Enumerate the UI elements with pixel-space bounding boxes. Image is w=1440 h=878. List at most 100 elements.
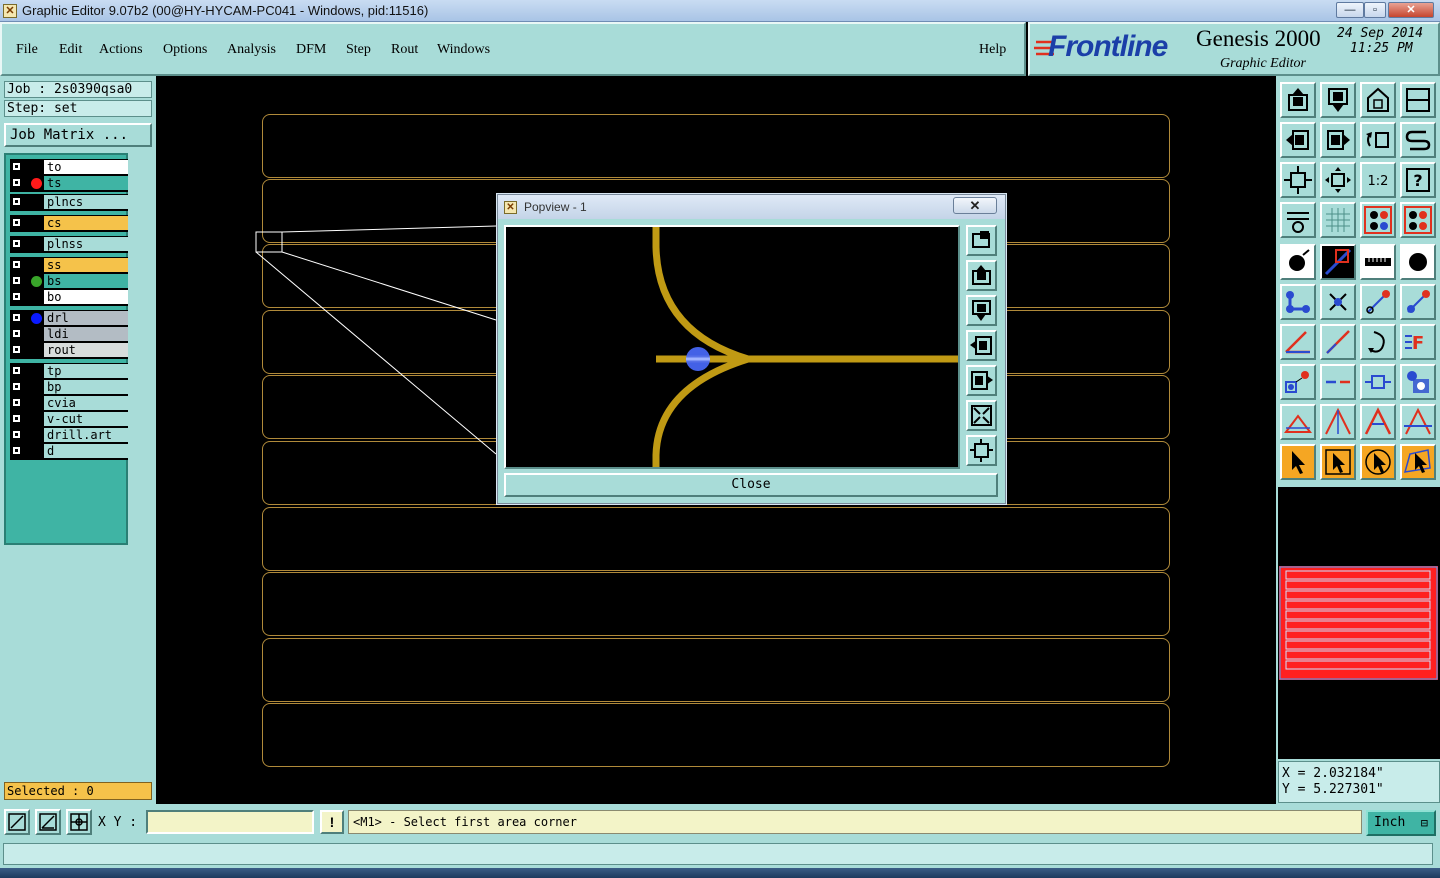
layer-checkbox[interactable] <box>12 345 21 354</box>
layer-row-drl[interactable]: drl <box>10 311 128 326</box>
layer-row-ts[interactable]: ts <box>10 176 128 191</box>
tool-arc-button[interactable] <box>1360 324 1396 360</box>
units-selector[interactable]: Inch ⊟ <box>1366 810 1436 836</box>
tool-select-polygon-button[interactable] <box>1400 444 1436 480</box>
popview-zoom-button[interactable] <box>966 225 997 256</box>
snap-grid-button[interactable] <box>66 809 92 835</box>
layer-row-cvia[interactable]: cvia <box>10 396 128 411</box>
tool-split-view-button[interactable] <box>1400 82 1436 118</box>
tool-triangle-cut-button[interactable] <box>1400 404 1436 440</box>
tool-pad-button[interactable] <box>1400 244 1436 280</box>
popview-zoom-home-button[interactable] <box>966 435 997 466</box>
tool-select-box-button[interactable] <box>1320 444 1356 480</box>
popview-close-button[interactable]: Close <box>504 473 998 497</box>
layer-checkbox[interactable] <box>12 398 21 407</box>
tool-measure-button[interactable] <box>1320 244 1356 280</box>
tool-home-button[interactable] <box>1360 82 1396 118</box>
menu-actions[interactable]: Actions <box>99 42 143 58</box>
tool-grid-button[interactable] <box>1320 202 1356 238</box>
layer-checkbox[interactable] <box>12 414 21 423</box>
layer-checkbox[interactable] <box>12 313 21 322</box>
menu-dfm[interactable]: DFM <box>296 42 326 58</box>
layer-row-rout[interactable]: rout <box>10 343 128 358</box>
layer-row-cs[interactable]: cs <box>10 216 128 231</box>
menu-windows[interactable]: Windows <box>437 42 490 58</box>
popview-pan-left-button[interactable] <box>966 330 997 361</box>
tool-triangle-snap-button[interactable] <box>1320 404 1356 440</box>
popview-pan-down-button[interactable] <box>966 295 997 326</box>
tool-angle-button[interactable] <box>1280 324 1316 360</box>
layer-checkbox[interactable] <box>12 239 21 248</box>
tool-delete-node-button[interactable] <box>1320 284 1356 320</box>
popview-canvas[interactable] <box>504 225 960 469</box>
menu-edit[interactable]: Edit <box>59 42 82 58</box>
close-window-button[interactable]: ✕ <box>1388 2 1434 18</box>
menu-file[interactable]: File <box>16 42 38 58</box>
tool-zoom-fit-button[interactable] <box>1280 162 1316 198</box>
tool-triangle-button[interactable] <box>1280 404 1316 440</box>
layer-checkbox[interactable] <box>12 329 21 338</box>
layer-row-tp[interactable]: tp <box>10 364 128 379</box>
layer-checkbox[interactable] <box>12 446 21 455</box>
overview-map[interactable] <box>1278 487 1440 759</box>
layer-checkbox[interactable] <box>12 382 21 391</box>
menu-options[interactable]: Options <box>163 42 207 58</box>
snap-angle-button[interactable] <box>35 809 61 835</box>
layer-row-v-cut[interactable]: v-cut <box>10 412 128 427</box>
layer-checkbox[interactable] <box>12 162 21 171</box>
layer-checkbox[interactable] <box>12 366 21 375</box>
tool-pan-right-button[interactable] <box>1320 122 1356 158</box>
layer-row-d[interactable]: d <box>10 444 128 459</box>
tool-undo-view-button[interactable] <box>1360 122 1396 158</box>
tool-help-button[interactable]: ? <box>1400 162 1436 198</box>
maximize-button[interactable]: ▫ <box>1364 2 1386 18</box>
popview-close-x-button[interactable]: ✕ <box>953 197 997 214</box>
tool-layer-display-button[interactable] <box>1360 202 1396 238</box>
tool-zoom-ratio-button[interactable]: 1:2 <box>1360 162 1396 198</box>
layer-checkbox[interactable] <box>12 292 21 301</box>
tool-pan-down-button[interactable] <box>1320 82 1356 118</box>
tool-select-button[interactable] <box>1280 444 1316 480</box>
layer-row-drill-art[interactable]: drill.art <box>10 428 128 443</box>
tool-redraw-button[interactable] <box>1400 122 1436 158</box>
menu-rout[interactable]: Rout <box>391 42 418 58</box>
tool-pan-left-button[interactable] <box>1280 122 1316 158</box>
tool-settings-button[interactable] <box>1280 202 1316 238</box>
popview-zoom-fit-button[interactable] <box>966 400 997 431</box>
tool-connect-button[interactable] <box>1280 284 1316 320</box>
minimize-button[interactable]: — <box>1336 2 1364 18</box>
tool-add-line-button[interactable] <box>1360 284 1396 320</box>
layer-checkbox[interactable] <box>12 178 21 187</box>
tool-copy-feature-button[interactable] <box>1280 364 1316 400</box>
tool-ruler-button[interactable] <box>1360 244 1396 280</box>
layer-checkbox[interactable] <box>12 197 21 206</box>
tool-line-button[interactable] <box>1320 324 1356 360</box>
popview-pan-up-button[interactable] <box>966 260 997 291</box>
layer-checkbox[interactable] <box>12 260 21 269</box>
tool-zoom-center-button[interactable] <box>1320 162 1356 198</box>
tool-triangle-up-button[interactable] <box>1360 404 1396 440</box>
menu-analysis[interactable]: Analysis <box>227 42 276 58</box>
tool-transform-button[interactable] <box>1400 364 1436 400</box>
message-log-button[interactable]: ! <box>320 810 344 834</box>
layer-row-plncs[interactable]: plncs <box>10 195 128 210</box>
tool-layer-compare-button[interactable] <box>1400 202 1436 238</box>
layer-row-bo[interactable]: bo <box>10 290 128 305</box>
layer-checkbox[interactable] <box>12 218 21 227</box>
layer-row-to[interactable]: to <box>10 160 128 175</box>
popview-pan-right-button[interactable] <box>966 365 997 396</box>
layer-row-plnss[interactable]: plnss <box>10 237 128 252</box>
layer-row-bs[interactable]: bs <box>10 274 128 289</box>
tool-pan-up-button[interactable] <box>1280 82 1316 118</box>
job-matrix-button[interactable]: Job Matrix ... <box>4 123 152 147</box>
tool-snap-button[interactable] <box>1280 244 1316 280</box>
menu-step[interactable]: Step <box>346 42 371 58</box>
layer-row-ldi[interactable]: ldi <box>10 327 128 342</box>
layer-checkbox[interactable] <box>12 430 21 439</box>
layer-checkbox[interactable] <box>12 276 21 285</box>
snap-mode-button[interactable] <box>4 809 30 835</box>
layer-row-ss[interactable]: ss <box>10 258 128 273</box>
tool-text-button[interactable]: F <box>1400 324 1436 360</box>
menu-help[interactable]: Help <box>979 42 1006 58</box>
tool-split-line-button[interactable] <box>1320 364 1356 400</box>
